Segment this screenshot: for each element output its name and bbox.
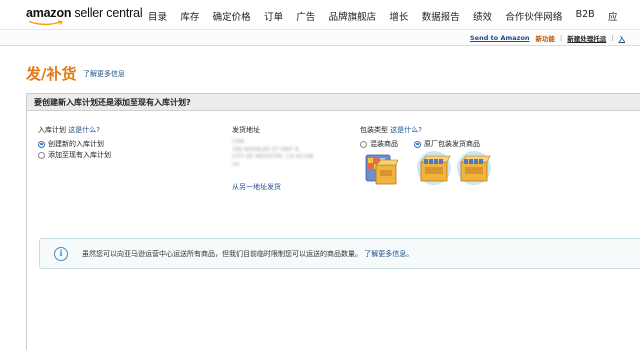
- radio-label: 混装商品: [370, 140, 398, 148]
- trailing-link[interactable]: 入: [618, 33, 625, 43]
- radio-mixed-cases[interactable]: 混装商品: [360, 139, 398, 149]
- radio-add-to-existing-plan[interactable]: 添加至现有入库计划: [38, 150, 111, 160]
- new-shipment-link[interactable]: 新建处理托运: [567, 33, 606, 43]
- address-line: CHN: [232, 139, 245, 145]
- radio-create-new-plan[interactable]: 创建新的入库计划: [38, 139, 104, 149]
- radio-unselected-icon[interactable]: [38, 151, 45, 159]
- info-message: 虽然您可以向亚马逊运营中心运送所有商品，但我们目前临时限制您可以运送的商品数量。…: [82, 249, 413, 259]
- nav-orders[interactable]: 订单: [264, 9, 283, 23]
- ship-from-another-address-link[interactable]: 从另一地址发货: [232, 182, 281, 192]
- packing-what-is-this-link[interactable]: 这是什么?: [390, 126, 422, 134]
- address-line: CITY OF INDUSTRY, CA 91748: [232, 154, 314, 160]
- plan-label-row: 入库计划 这是什么?: [38, 125, 100, 135]
- address-line: 789 NOVALEE ST UNIT B: [232, 146, 299, 153]
- radio-label: 添加至现有入库计划: [48, 151, 111, 159]
- case-packed-icon: [417, 151, 451, 185]
- ship-from-address-label: 发货地址: [232, 126, 260, 134]
- nav-catalog[interactable]: 目录: [148, 9, 167, 23]
- radio-unselected-icon[interactable]: [360, 140, 367, 148]
- main-menu: 目录 库存 确定价格 订单 广告 品牌旗舰店 增长 数据报告 绩效 合作伙伴网络…: [148, 9, 631, 23]
- packing-type-label: 包装类型: [360, 126, 388, 134]
- nav-reports[interactable]: 数据报告: [422, 9, 460, 23]
- info-learn-more-link[interactable]: 了解更多信息。: [364, 250, 413, 258]
- nav-pricing[interactable]: 确定价格: [213, 9, 251, 23]
- panel-question: 要创建新入库计划还是添加至现有入库计划?: [27, 94, 640, 111]
- nav-inventory[interactable]: 库存: [180, 9, 199, 23]
- nav-partner-network[interactable]: 合作伙伴网络: [505, 9, 562, 23]
- address-line: US: [232, 161, 240, 168]
- mixed-cases-icon: [365, 154, 399, 185]
- sub-toolbar: Send to Amazon 新功能 | 新建处理托运 | 入: [0, 30, 640, 46]
- logo-amazon-text: amazon: [26, 6, 72, 20]
- amazon-smile-icon: [28, 20, 64, 26]
- info-text: 虽然您可以向亚马逊运营中心运送所有商品，但我们目前临时限制您可以运送的商品数量。: [82, 250, 362, 258]
- info-alert: i 虽然您可以向亚马逊运营中心运送所有商品，但我们目前临时限制您可以运送的商品数…: [39, 238, 640, 269]
- radio-case-packed[interactable]: 原厂包装发货商品: [414, 139, 480, 149]
- shipping-plan-panel: 要创建新入库计划还是添加至现有入库计划? 入库计划 这是什么? 创建新的入库计划…: [26, 93, 640, 350]
- info-icon: i: [54, 247, 68, 261]
- nav-b2b[interactable]: B2B: [576, 9, 595, 23]
- plan-what-is-this-link[interactable]: 这是什么?: [68, 126, 100, 134]
- send-to-amazon-link[interactable]: Send to Amazon: [470, 34, 530, 42]
- separator: |: [611, 34, 614, 42]
- ship-from-address: CHN 789 NOVALEE ST UNIT B CITY OF INDUST…: [232, 139, 314, 169]
- case-packed-icon: [457, 151, 491, 185]
- plan-label: 入库计划: [38, 126, 66, 134]
- page-title: 发/补货: [26, 65, 77, 83]
- packing-type-label-row: 包装类型 这是什么?: [360, 125, 422, 135]
- nav-stores[interactable]: 品牌旗舰店: [329, 9, 377, 23]
- radio-label: 原厂包装发货商品: [424, 140, 480, 148]
- nav-performance[interactable]: 绩效: [473, 9, 492, 23]
- logo-seller-central-text: seller central: [74, 6, 143, 20]
- nav-advertising[interactable]: 广告: [296, 9, 315, 23]
- amazon-seller-central-logo[interactable]: amazon seller central: [26, 6, 143, 26]
- new-feature-badge[interactable]: 新功能: [536, 33, 556, 43]
- nav-growth[interactable]: 增长: [389, 9, 408, 23]
- learn-more-link[interactable]: 了解更多信息: [83, 69, 125, 79]
- nav-apps[interactable]: 应: [608, 9, 618, 23]
- top-navigation: amazon seller central 目录 库存 确定价格 订单 广告 品…: [0, 0, 640, 30]
- radio-selected-icon[interactable]: [38, 140, 45, 148]
- radio-label: 创建新的入库计划: [48, 140, 104, 148]
- radio-selected-icon[interactable]: [414, 140, 421, 148]
- separator: |: [560, 34, 563, 42]
